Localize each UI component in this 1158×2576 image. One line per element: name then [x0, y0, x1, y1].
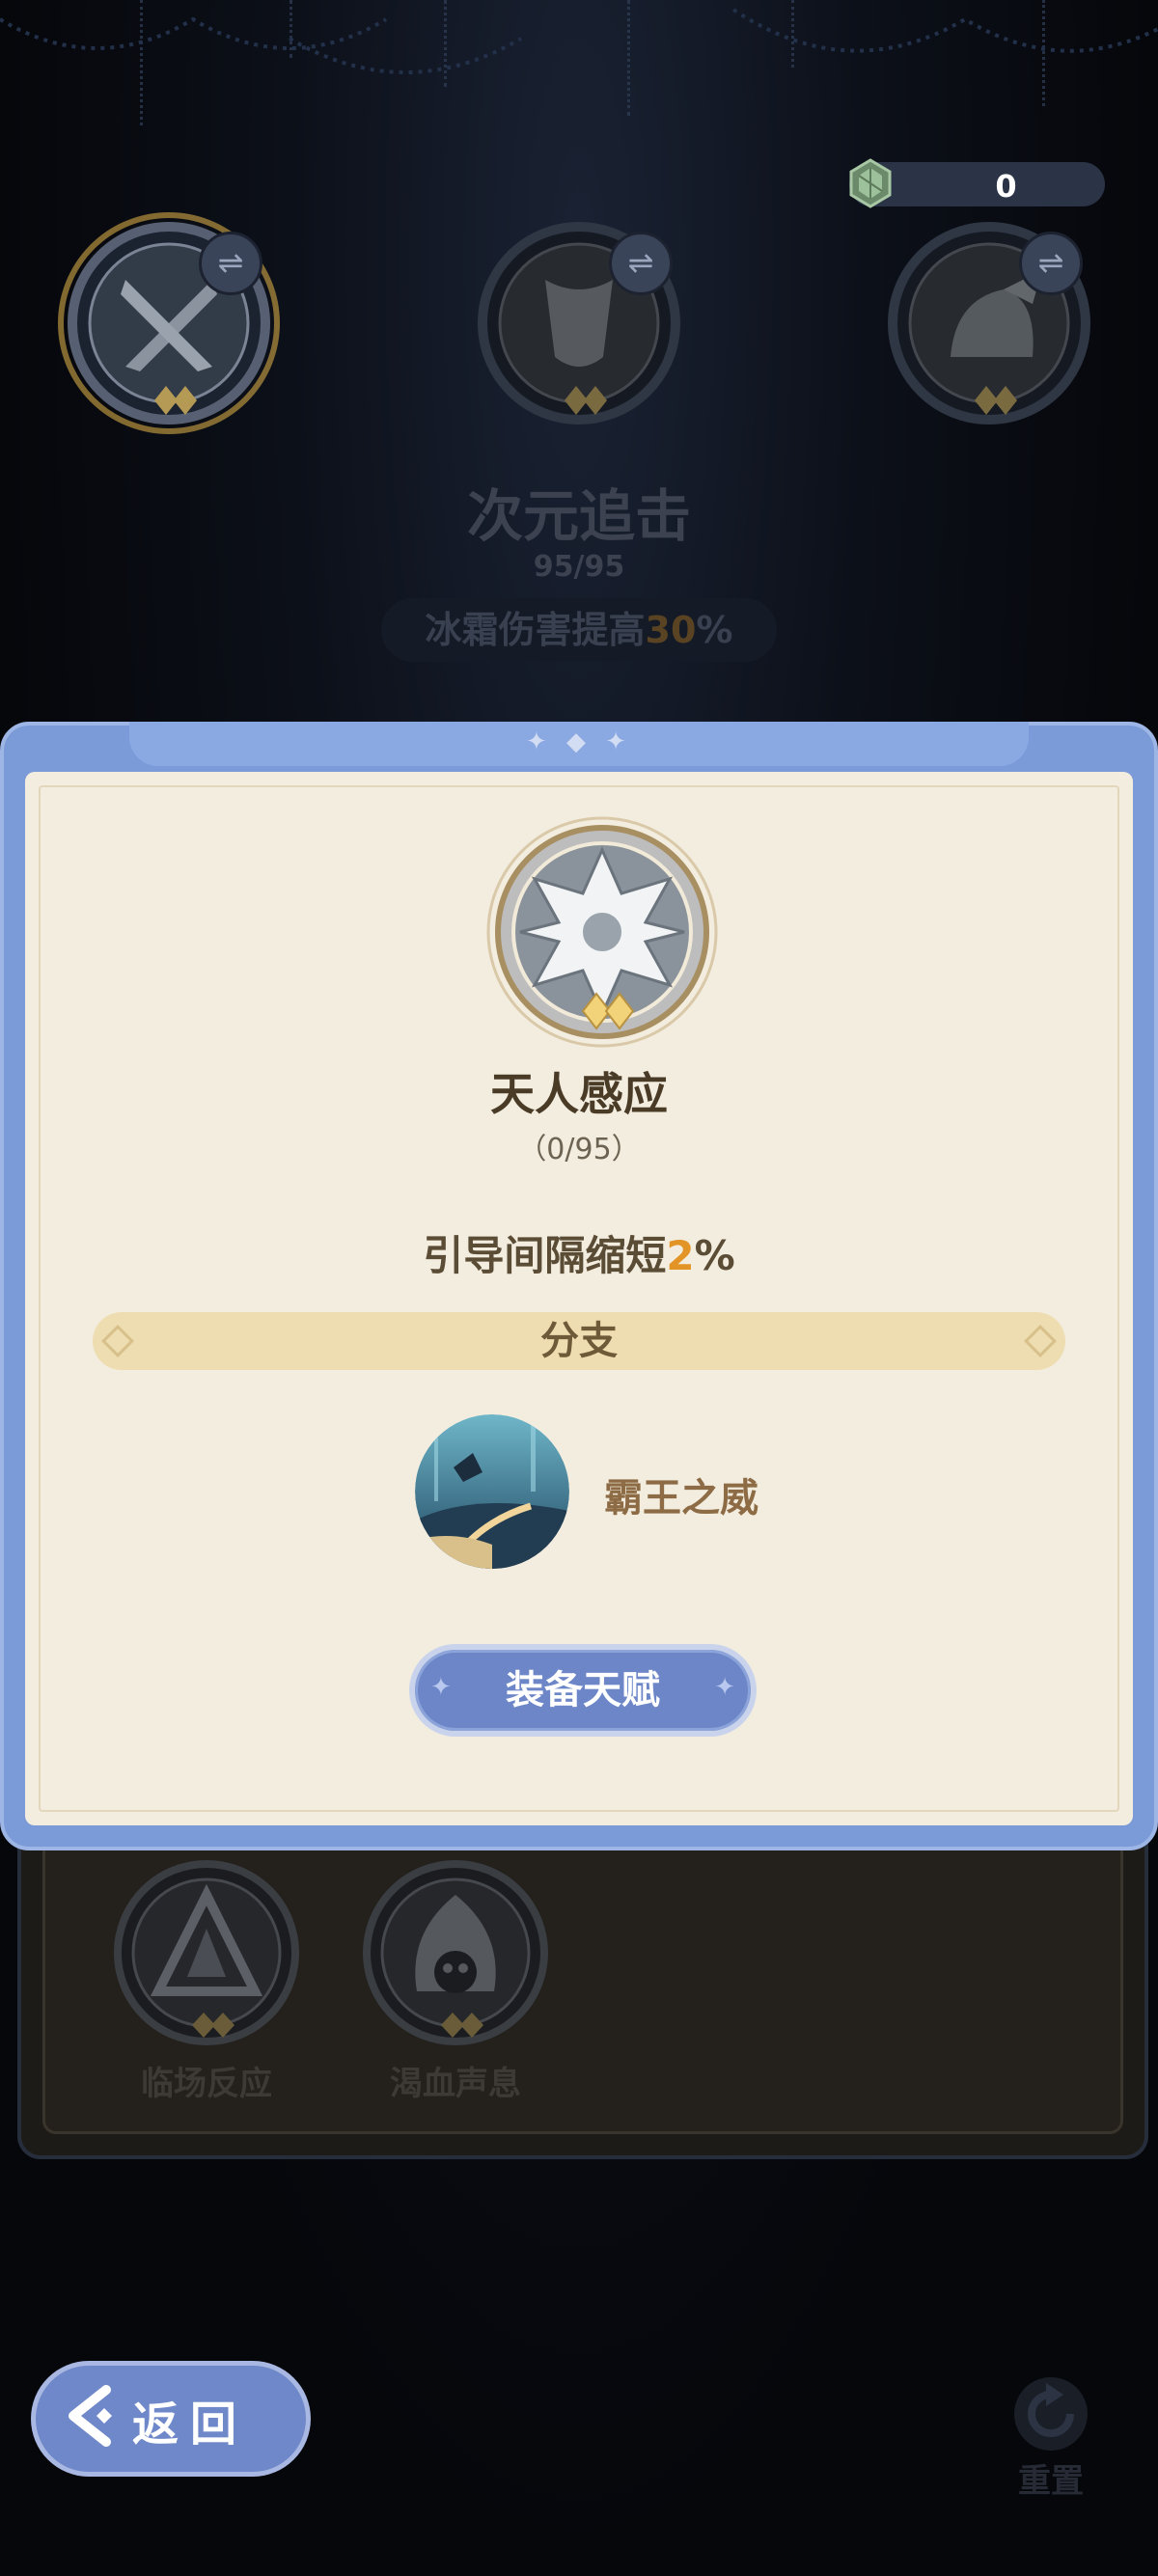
effect-unit: % — [694, 1232, 735, 1279]
effect-value: 30 — [645, 609, 697, 651]
swap-arrows-icon[interactable]: ⇌ — [609, 232, 673, 295]
back-arrow-icon — [69, 2385, 112, 2447]
sparkle-icon: ✦ — [430, 1673, 452, 1702]
effect-unit: % — [696, 609, 733, 651]
swap-arrows-icon[interactable]: ⇌ — [1019, 232, 1083, 295]
effect-value: 2 — [666, 1232, 695, 1279]
branch-name[interactable]: 霸王之威 — [604, 1466, 758, 1522]
reset-arrow-icon — [1014, 2377, 1088, 2451]
current-talent-name: 次元追击 — [466, 483, 691, 549]
current-talent-effect: 冰霜伤害提高30% — [381, 598, 777, 662]
talent-slot-1[interactable]: ⇌ — [58, 212, 280, 434]
popup-talent-title: 天人感应 — [490, 1068, 668, 1120]
currency-counter: 0 — [849, 158, 1105, 208]
talent-slot-2[interactable]: ⇌ — [468, 212, 690, 434]
reset-button-label: 重置 — [1018, 2462, 1084, 2501]
talent-tree-panel: 临场反应 渴血声息 — [17, 1814, 1148, 2159]
popup-ornament-stars: ✦ ◆ ✦ — [525, 727, 633, 756]
popup-talent-effect: 引导间隔缩短2% — [25, 1223, 1133, 1282]
lower-talent-label: 渴血声息 — [390, 2065, 521, 2103]
skull-hood-icon — [363, 1860, 548, 2045]
current-talent-progress: 95/95 — [533, 550, 625, 584]
effect-text: 引导间隔缩短 — [423, 1232, 667, 1279]
lower-talent-label: 临场反应 — [141, 2065, 272, 2103]
swap-arrows-icon[interactable]: ⇌ — [199, 232, 262, 295]
branch-header-label: 分支 — [540, 1319, 618, 1363]
diamond-ornament-icon — [1024, 1325, 1057, 1357]
currency-amount: 0 — [995, 168, 1017, 205]
popup-talent-progress: （0/95） — [517, 1133, 641, 1166]
back-button[interactable]: 返回 — [31, 2361, 311, 2477]
mountain-night-landscape-icon[interactable] — [415, 1414, 569, 1569]
equip-talent-label: 装备天赋 — [415, 1650, 751, 1731]
effect-text: 冰霜伤害提高 — [425, 609, 646, 651]
sparkle-icon: ✦ — [714, 1673, 735, 1702]
reset-button[interactable]: 重置 — [998, 2375, 1104, 2502]
diamond-ornament-icon — [101, 1325, 134, 1357]
popup-card: 天人感应 （0/95） 引导间隔缩短2% 分支 霸王之威 装备天赋 ✦ ✦ — [25, 772, 1133, 1825]
equip-talent-button[interactable]: 装备天赋 ✦ ✦ — [409, 1644, 757, 1737]
back-button-label: 返回 — [132, 2398, 249, 2452]
talent-detail-popup: ✦ ◆ ✦ 天人感应 （0/95） 引导间隔缩短2% 分支 霸王之威 装备天赋 … — [0, 722, 1158, 1850]
popup-header-ornament: ✦ ◆ ✦ — [129, 722, 1029, 766]
branch-header: 分支 — [93, 1312, 1065, 1370]
lower-talent-2[interactable]: 渴血声息 — [359, 1856, 552, 2104]
talent-slot-3[interactable]: ⇌ — [878, 212, 1100, 434]
triangle-crest-icon — [114, 1860, 299, 2045]
snowflake-cross-icon — [486, 816, 718, 1048]
lower-talent-1[interactable]: 临场反应 — [110, 1856, 303, 2104]
